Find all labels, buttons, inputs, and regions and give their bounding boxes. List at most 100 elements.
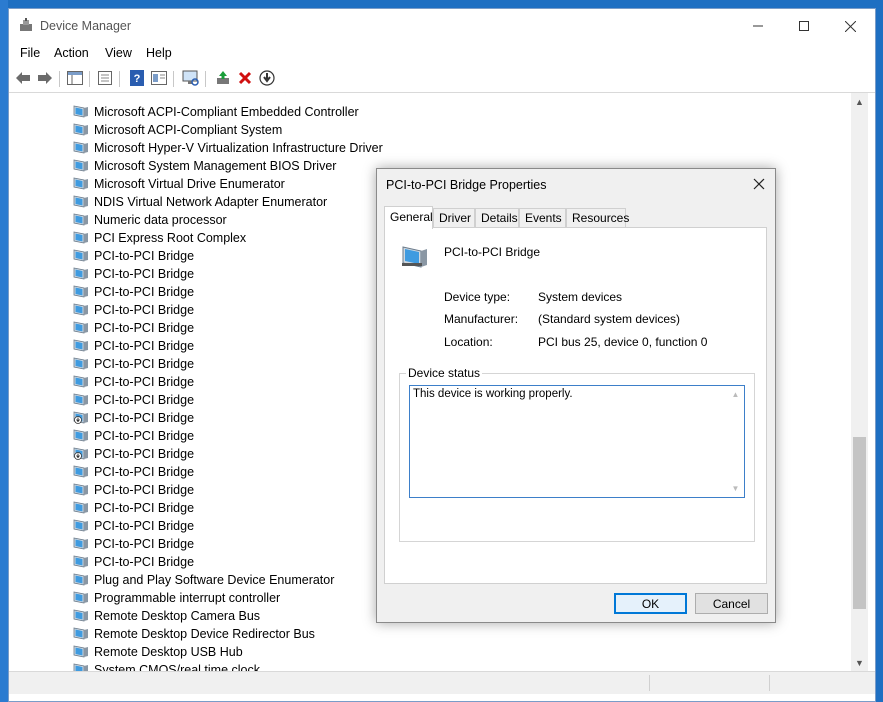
device-tree-item[interactable]: PCI-to-PCI Bridge bbox=[73, 481, 194, 499]
title-bar: Device Manager bbox=[9, 9, 875, 43]
device-tree-item[interactable]: PCI-to-PCI Bridge bbox=[73, 373, 194, 391]
device-tree-item-label: Microsoft ACPI-Compliant System bbox=[94, 123, 283, 137]
device-tree-item[interactable]: Microsoft Virtual Drive Enumerator bbox=[73, 175, 285, 193]
menu-bar: File Action View Help bbox=[9, 43, 875, 65]
device-tree-item[interactable]: PCI-to-PCI Bridge bbox=[73, 517, 194, 535]
menu-action[interactable]: Action bbox=[54, 46, 89, 60]
status-scrollbar[interactable]: ▲ ▼ bbox=[728, 387, 743, 496]
tab-resources[interactable]: Resources bbox=[566, 208, 629, 227]
device-tree-item[interactable]: Remote Desktop Device Redirector Bus bbox=[73, 625, 315, 643]
device-tree-item[interactable]: PCI-to-PCI Bridge bbox=[73, 499, 194, 517]
tab-events[interactable]: Events bbox=[519, 208, 566, 227]
minimize-icon bbox=[753, 25, 763, 27]
system-device-icon bbox=[73, 285, 89, 299]
ok-button[interactable]: OK bbox=[614, 593, 687, 614]
tree-scrollbar[interactable]: ▲ ▼ bbox=[851, 93, 868, 671]
device-tree-item[interactable]: System CMOS/real time clock bbox=[73, 661, 260, 671]
device-tree-item[interactable]: Plug and Play Software Device Enumerator bbox=[73, 571, 334, 589]
device-tree-item[interactable]: PCI-to-PCI Bridge bbox=[73, 553, 194, 571]
device-tree-item[interactable]: PCI-to-PCI Bridge bbox=[73, 355, 194, 373]
device-tree-item[interactable]: PCI Express Root Complex bbox=[73, 229, 246, 247]
device-tree-item[interactable]: PCI-to-PCI Bridge bbox=[73, 391, 194, 409]
device-tree-item[interactable]: Remote Desktop Camera Bus bbox=[73, 607, 260, 625]
device-tree-item[interactable]: PCI-to-PCI Bridge bbox=[73, 319, 194, 337]
device-tree-item[interactable]: PCI-to-PCI Bridge bbox=[73, 535, 194, 553]
tab-driver[interactable]: Driver bbox=[433, 208, 475, 227]
properties-button[interactable] bbox=[95, 69, 115, 87]
device-tree-item[interactable]: PCI-to-PCI Bridge bbox=[73, 409, 194, 427]
device-tree-item[interactable]: PCI-to-PCI Bridge bbox=[73, 463, 194, 481]
device-tree-item[interactable]: PCI-to-PCI Bridge bbox=[73, 283, 194, 301]
system-device-icon bbox=[73, 501, 89, 515]
device-status-textbox[interactable]: This device is working properly. ▲ ▼ bbox=[409, 385, 745, 498]
toolbar-separator bbox=[173, 71, 174, 87]
toolbar-separator bbox=[119, 71, 120, 87]
system-device-icon bbox=[73, 123, 89, 137]
scroll-down-arrow-icon[interactable]: ▼ bbox=[851, 654, 868, 671]
scroll-down-arrow-icon[interactable]: ▼ bbox=[728, 481, 743, 496]
device-tree-item-label: PCI-to-PCI Bridge bbox=[94, 339, 195, 353]
view-button[interactable] bbox=[149, 69, 169, 87]
device-tree-item-label: PCI-to-PCI Bridge bbox=[94, 285, 195, 299]
minimize-button[interactable] bbox=[735, 9, 781, 43]
scroll-up-arrow-icon[interactable]: ▲ bbox=[851, 93, 868, 110]
device-manager-app-icon bbox=[19, 18, 33, 32]
menu-view[interactable]: View bbox=[105, 46, 132, 60]
dialog-close-button[interactable] bbox=[747, 173, 771, 195]
help-button[interactable]: ? bbox=[127, 69, 147, 87]
device-tree-item[interactable]: PCI-to-PCI Bridge bbox=[73, 265, 194, 283]
device-tree-item[interactable]: Microsoft ACPI-Compliant System bbox=[73, 121, 282, 139]
system-device-icon bbox=[73, 267, 89, 281]
back-button[interactable] bbox=[13, 69, 33, 87]
toolbar-separator bbox=[205, 71, 206, 87]
device-tree-item[interactable]: PCI-to-PCI Bridge bbox=[73, 247, 194, 265]
device-tree-item-label: Remote Desktop Camera Bus bbox=[94, 609, 261, 623]
menu-file[interactable]: File bbox=[20, 46, 40, 60]
tab-details[interactable]: Details bbox=[475, 208, 519, 227]
menu-help[interactable]: Help bbox=[146, 46, 172, 60]
system-device-icon bbox=[73, 177, 89, 191]
scrollbar-thumb[interactable] bbox=[853, 437, 866, 609]
device-tree-item[interactable]: PCI-to-PCI Bridge bbox=[73, 445, 194, 463]
system-device-icon bbox=[73, 555, 89, 569]
device-tree-item[interactable]: Remote Desktop USB Hub bbox=[73, 643, 243, 661]
device-tree-item[interactable]: PCI-to-PCI Bridge bbox=[73, 427, 194, 445]
device-tree-item[interactable]: Numeric data processor bbox=[73, 211, 227, 229]
disable-icon bbox=[259, 70, 275, 86]
system-device-icon bbox=[73, 303, 89, 317]
device-tree-item-label: PCI-to-PCI Bridge bbox=[94, 393, 195, 407]
maximize-button[interactable] bbox=[781, 9, 827, 43]
system-device-icon bbox=[73, 645, 89, 659]
device-tree-item[interactable]: Microsoft Hyper-V Virtualization Infrast… bbox=[73, 139, 383, 157]
disabled-device-icon bbox=[73, 447, 89, 461]
uninstall-icon bbox=[238, 71, 252, 85]
tab-general[interactable]: General bbox=[384, 206, 433, 229]
cancel-button[interactable]: Cancel bbox=[695, 593, 768, 614]
device-tree-item[interactable]: PCI-to-PCI Bridge bbox=[73, 301, 194, 319]
scan-hardware-button[interactable] bbox=[181, 69, 201, 87]
uninstall-button[interactable] bbox=[235, 69, 255, 87]
back-arrow-icon bbox=[16, 72, 30, 84]
device-tree-item[interactable]: PCI-to-PCI Bridge bbox=[73, 337, 194, 355]
system-device-icon bbox=[73, 591, 89, 605]
help-icon: ? bbox=[130, 70, 144, 86]
manufacturer-label: Manufacturer: bbox=[444, 312, 519, 326]
maximize-icon bbox=[799, 21, 809, 31]
system-device-icon bbox=[73, 627, 89, 641]
device-tree-item-label: PCI-to-PCI Bridge bbox=[94, 429, 195, 443]
scroll-up-arrow-icon[interactable]: ▲ bbox=[728, 387, 743, 402]
close-button[interactable] bbox=[827, 9, 873, 43]
dialog-title: PCI-to-PCI Bridge Properties bbox=[386, 178, 547, 192]
close-icon bbox=[753, 178, 765, 190]
device-tree-item[interactable]: Microsoft System Management BIOS Driver bbox=[73, 157, 336, 175]
device-tree-item[interactable]: Microsoft ACPI-Compliant Embedded Contro… bbox=[73, 103, 359, 121]
toolbar-separator bbox=[89, 71, 90, 87]
device-tree-item[interactable]: Programmable interrupt controller bbox=[73, 589, 280, 607]
disable-button[interactable] bbox=[257, 69, 277, 87]
show-hide-tree-icon bbox=[67, 71, 83, 85]
show-hide-tree-button[interactable] bbox=[65, 69, 85, 87]
device-tree-item[interactable]: NDIS Virtual Network Adapter Enumerator bbox=[73, 193, 327, 211]
general-tab-panel: PCI-to-PCI Bridge Device type: System de… bbox=[384, 227, 767, 584]
forward-button[interactable] bbox=[35, 69, 55, 87]
update-driver-button[interactable] bbox=[213, 69, 233, 87]
